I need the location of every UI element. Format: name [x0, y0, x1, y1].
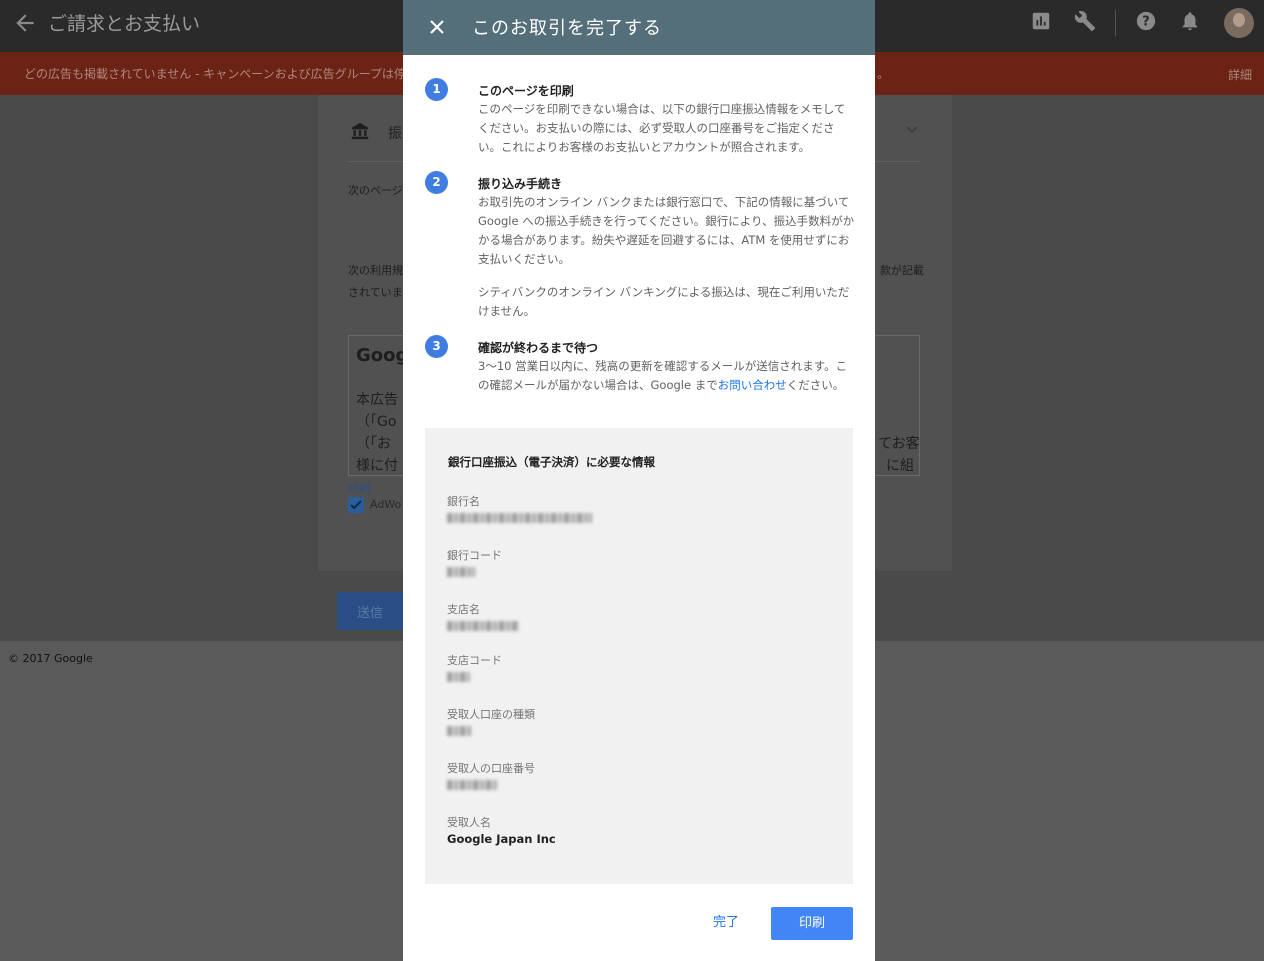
- toolbar-divider: [1115, 10, 1116, 36]
- contact-us-link[interactable]: お問い合わせ: [718, 378, 787, 392]
- close-icon[interactable]: [425, 15, 449, 39]
- branch-code-label: 支店コード: [447, 654, 502, 667]
- step-body: このページを印刷できない場合は、以下の銀行口座振込情報をメモしてください。お支払…: [478, 102, 846, 154]
- terms-text-line-2: されていま: [348, 286, 403, 299]
- step-title: 確認が終わるまで待つ: [478, 341, 599, 355]
- page-title: ご請求とお支払い: [48, 13, 201, 35]
- agree-checkbox-label: AdWo: [370, 498, 402, 511]
- chevron-down-icon[interactable]: [906, 124, 918, 136]
- branch-code-value-redacted: [447, 672, 470, 682]
- step-body: お取引先のオンライン バンクまたは銀行窓口で、下記の情報に基づいて Google…: [478, 195, 855, 266]
- footer-copyright: © 2017 Google: [8, 652, 93, 665]
- info-heading: 銀行口座振込（電子決済）に必要な情報: [448, 455, 655, 469]
- account-type-label: 受取人口座の種類: [447, 708, 535, 721]
- tools-wrench-icon[interactable]: [1074, 10, 1096, 32]
- alert-detail-link[interactable]: 詳細: [1228, 66, 1252, 83]
- back-arrow-icon[interactable]: [12, 10, 38, 36]
- agree-checkbox[interactable]: [348, 497, 364, 513]
- alert-message-tail: 。: [877, 67, 890, 81]
- complete-transaction-dialog: このお取引を完了する 1 このページを印刷 このページを印刷できない場合は、以下…: [403, 0, 875, 961]
- bank-name-label: 銀行名: [447, 495, 480, 508]
- checkmark-icon: [350, 500, 362, 510]
- svg-text:?: ?: [1142, 15, 1149, 30]
- recipient-name-value: Google Japan Inc: [447, 832, 556, 846]
- step-body-text-end: ください。: [786, 378, 845, 392]
- branch-name-label: 支店名: [447, 603, 480, 616]
- step-number-badge: 1: [425, 78, 448, 101]
- terms-box-line-1: 本広告: [356, 392, 398, 408]
- terms-box-title: Goog: [356, 345, 409, 366]
- step-number-badge: 2: [425, 171, 448, 194]
- recipient-name-label: 受取人名: [447, 816, 491, 829]
- step-title: このページを印刷: [478, 84, 574, 98]
- help-icon[interactable]: ?: [1135, 10, 1157, 32]
- terms-box-line-3-tail: てお客: [878, 436, 920, 452]
- send-button[interactable]: 送信: [337, 592, 407, 630]
- terms-box-line-3: （「お: [356, 436, 391, 452]
- done-button[interactable]: 完了: [713, 911, 739, 930]
- account-type-value-redacted: [447, 726, 472, 736]
- bank-code-value-redacted: [447, 567, 475, 577]
- bank-code-label: 銀行コード: [447, 549, 502, 562]
- bank-icon: [351, 122, 369, 140]
- terms-box-line-4: 様に付: [356, 458, 398, 474]
- alert-message: どの広告も掲載されていません - キャンペーンおよび広告グループは停: [24, 67, 406, 81]
- terms-box-line-4-tail: に組: [886, 458, 914, 474]
- account-number-label: 受取人の口座番号: [447, 762, 535, 775]
- payment-method-label: 振: [388, 126, 402, 142]
- step-title: 振り込み手続き: [478, 177, 563, 191]
- print-terms-link[interactable]: 印刷: [348, 480, 370, 496]
- next-page-text: 次のページ: [348, 184, 403, 197]
- terms-text-line-1: 次の利用規: [348, 264, 403, 277]
- reports-icon[interactable]: [1030, 10, 1052, 32]
- bank-transfer-info-panel: 銀行口座振込（電子決済）に必要な情報 銀行名 銀行コード 支店名 支店コード 受…: [425, 428, 853, 884]
- dialog-header: このお取引を完了する: [403, 0, 875, 55]
- terms-box-line-2: （「Go: [356, 414, 397, 430]
- notifications-bell-icon[interactable]: [1179, 10, 1201, 32]
- send-button-label: 送信: [357, 606, 384, 621]
- account-number-value-redacted: [447, 780, 497, 790]
- step-note: シティバンクのオンライン バンキングによる振込は、現在ご利用いただけません。: [478, 285, 850, 318]
- step-body: 3〜10 営業日以内に、残高の更新を確認するメールが送信されます。この確認メール…: [478, 357, 856, 395]
- bank-name-value-redacted: [447, 513, 592, 523]
- terms-text-line-1-tail: 款が記載: [880, 264, 924, 277]
- step-number-badge: 3: [425, 335, 448, 358]
- account-avatar[interactable]: [1224, 8, 1254, 38]
- branch-name-value-redacted: [447, 621, 519, 631]
- print-button[interactable]: 印刷: [771, 907, 853, 940]
- dialog-title: このお取引を完了する: [472, 18, 662, 39]
